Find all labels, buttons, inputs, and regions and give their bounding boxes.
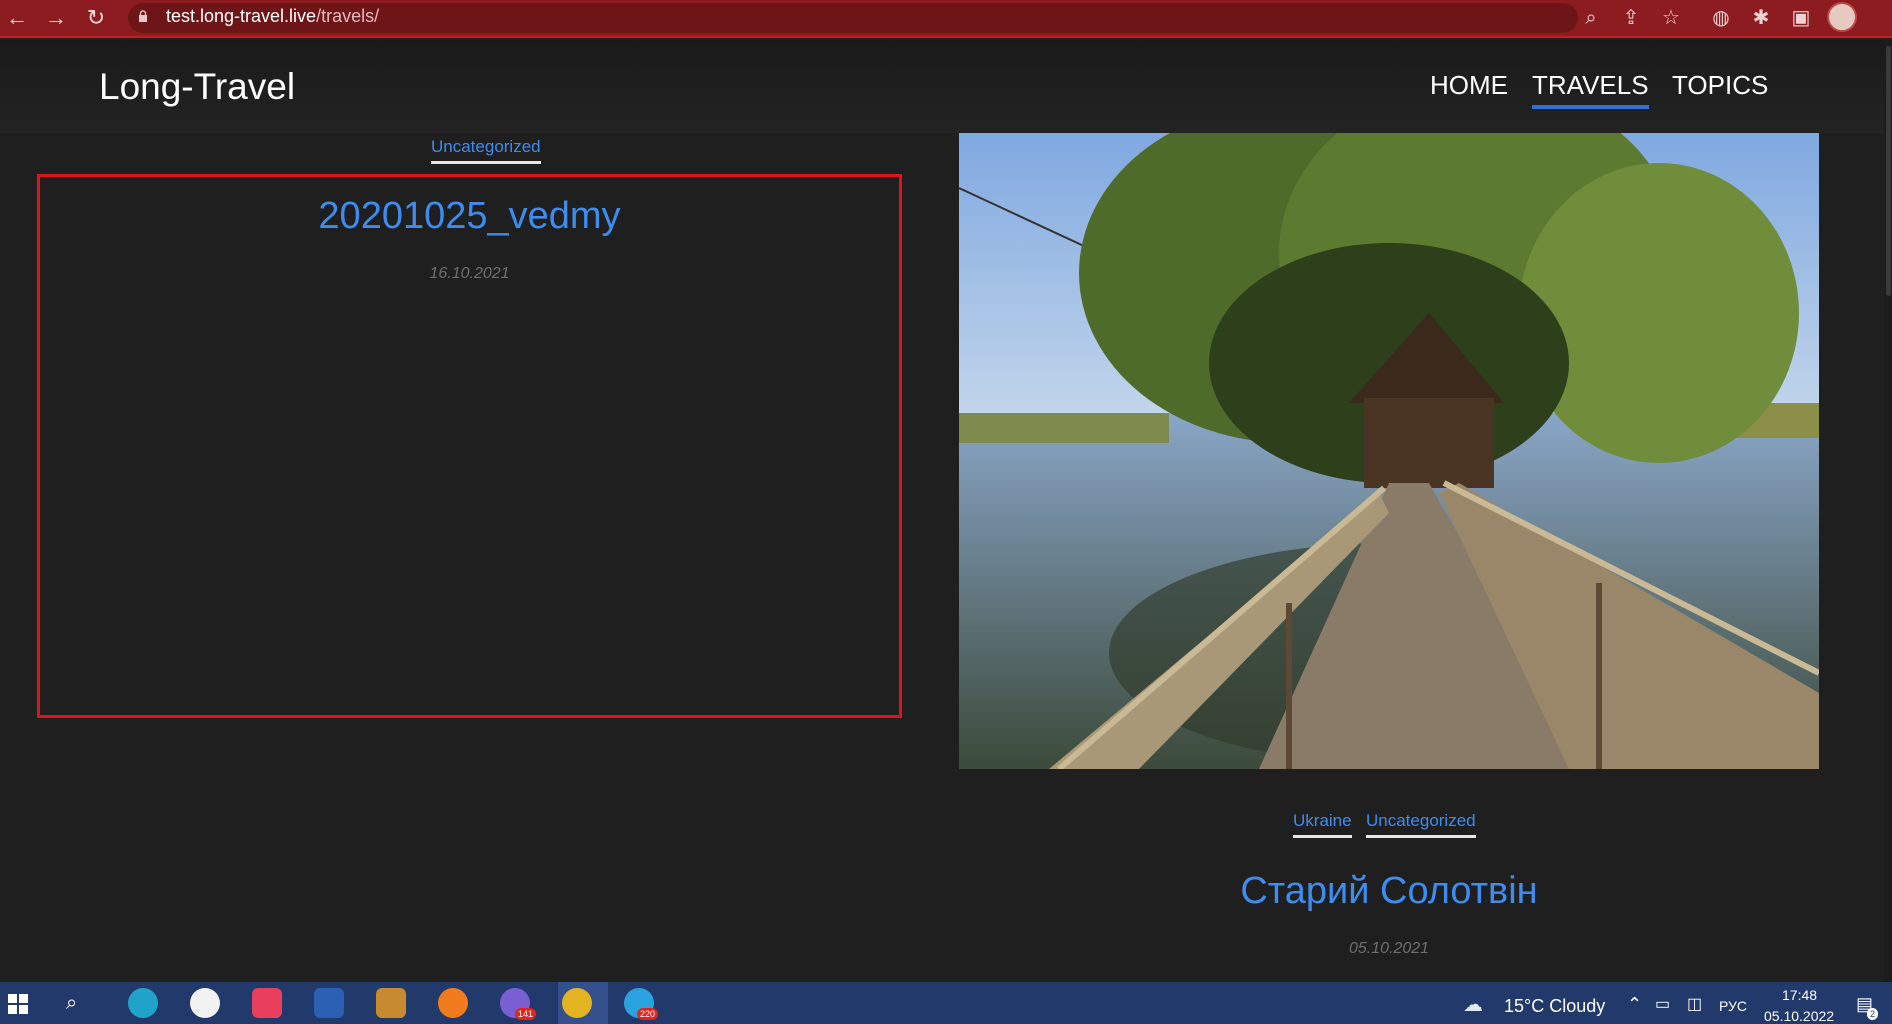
photos-app-icon[interactable] [376,988,406,1018]
viber-badge: 141 [515,1008,537,1020]
url-path: /travels/ [316,6,380,26]
extensions-icon[interactable]: ✱ [1748,5,1774,31]
url-text: test.long-travel.live/travels/ [166,6,379,27]
translate-globe-icon[interactable]: ◍ [1708,5,1734,31]
edge-icon[interactable] [128,988,158,1018]
post-date-2: 05.10.2021 [1348,940,1430,957]
scroll-thumb[interactable] [1886,46,1891,296]
post-title[interactable]: 20201025_vedmy [40,195,899,238]
post-thumbnail[interactable] [959,133,1819,769]
site-header: Long-Travel HOME TRAVELS TOPICS [0,40,1892,133]
side-panel-icon[interactable]: ▣ [1788,5,1814,31]
paint-icon[interactable] [190,988,220,1018]
telegram-badge: 220 [637,1008,659,1020]
cloud-icon: ☁ [1463,994,1483,1016]
share-icon[interactable]: ⇪ [1618,5,1644,31]
camera-app-icon[interactable] [252,988,282,1018]
back-icon[interactable]: ← [3,4,31,32]
bookmark-star-icon[interactable]: ☆ [1658,5,1684,31]
category-ukraine[interactable]: Ukraine [1293,811,1352,838]
lake-bridge-photo-icon [959,133,1819,769]
clock-time[interactable]: 17:48 [1782,987,1817,1003]
nav-topics[interactable]: TOPICS [1672,70,1768,101]
post-title-2[interactable]: Старий Солотвін [959,870,1819,913]
network-icon[interactable]: ◫ [1687,994,1702,1014]
nav-travels[interactable]: TRAVELS [1532,70,1649,109]
category-uncategorized[interactable]: Uncategorized [431,137,541,164]
profile-avatar[interactable] [1827,2,1857,32]
word-icon[interactable] [314,988,344,1018]
battery-icon[interactable]: ▭ [1655,994,1670,1014]
tray-expand-icon[interactable]: ⌃ [1627,994,1642,1015]
clock-date[interactable]: 05.10.2022 [1764,1008,1834,1024]
lock-icon [139,10,147,22]
zoom-icon[interactable]: ⌕ [1578,5,1604,31]
nav-home[interactable]: HOME [1430,70,1508,101]
search-icon[interactable]: ⌕ [66,992,77,1015]
reload-icon[interactable]: ↻ [82,4,110,32]
language-indicator[interactable]: РУС [1719,998,1747,1014]
post-date: 16.10.2021 [429,265,510,282]
windows-start-icon[interactable] [8,994,28,1014]
notifications-badge: 2 [1867,1008,1879,1020]
url-host: test.long-travel.live [166,6,317,26]
browser-toolbar: ← → ↻ test.long-travel.live/travels/ ⌕ ⇪… [0,0,1892,38]
firefox-icon[interactable] [438,988,468,1018]
weather-text[interactable]: 15°C Cloudy [1504,996,1605,1017]
site-logo[interactable]: Long-Travel [99,66,295,108]
category-uncategorized-2[interactable]: Uncategorized [1366,811,1476,838]
post-card-highlighted: 20201025_vedmy 16.10.2021 [37,174,902,718]
windows-taskbar [0,982,1892,1024]
chrome-icon[interactable] [562,988,592,1018]
forward-icon[interactable]: → [42,4,70,32]
